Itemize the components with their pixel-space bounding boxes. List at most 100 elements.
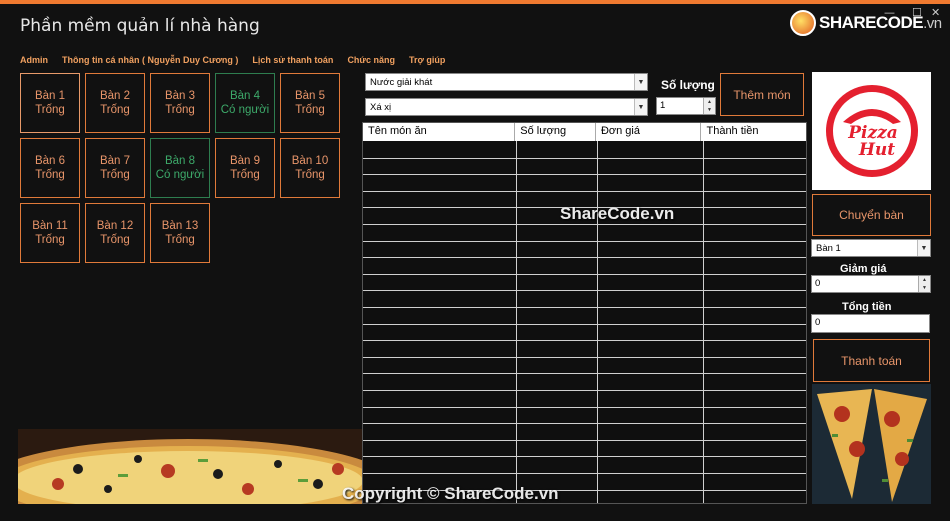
table-name: Bàn 8 [164,155,196,167]
sharecode-logo-icon [790,10,816,36]
table-button[interactable]: Bàn 8 Có người [150,138,210,198]
table-status: Trống [165,234,195,246]
column-header[interactable]: Tên món ăn [363,123,516,141]
table-name: Bàn 1 [34,90,66,102]
menu-payment-history[interactable]: Lịch sử thanh toán [252,55,333,65]
table-button[interactable]: Bàn 7 Trống [85,138,145,198]
chevron-down-icon[interactable]: ▼ [917,240,930,256]
grid-row-line [363,174,806,176]
table-name: Bàn 2 [99,90,131,102]
table-name: Bàn 9 [229,155,261,167]
table-button[interactable]: Bàn 12 Trống [85,203,145,263]
table-status: Trống [35,169,65,181]
stepper-up-icon[interactable]: ▲ [704,98,715,106]
bill-grid-body [363,141,806,503]
grid-row-line [363,257,806,259]
switch-table-button[interactable]: Chuyển bàn [812,194,931,236]
stepper-up-icon[interactable]: ▲ [919,276,930,284]
grid-column-line [597,141,598,503]
menu-functions[interactable]: Chức năng [347,55,395,65]
pizza-hut-logo-icon: Pizza Hut [825,85,918,177]
table-name: Bàn 10 [291,155,329,167]
switch-table-select[interactable]: Bàn 1 ▼ [811,239,931,257]
table-button[interactable]: Bàn 13 Trống [150,203,210,263]
table-name: Bàn 7 [99,155,131,167]
table-button[interactable]: Bàn 4 Có người [215,73,275,133]
table-name: Bàn 3 [164,90,196,102]
table-button[interactable]: Bàn 5 Trống [280,73,340,133]
grid-column-line [516,141,517,503]
chevron-down-icon[interactable]: ▼ [634,99,647,115]
column-header[interactable]: Thành tiền [701,123,806,141]
grid-column-line [703,141,704,503]
pizza-hut-logo: Pizza Hut [812,72,931,190]
column-header[interactable]: Đơn giá [596,123,702,141]
grid-row-line [363,390,806,391]
grid-row-line [363,290,806,292]
table-button[interactable]: Bàn 3 Trống [150,73,210,133]
menu-profile[interactable]: Thông tin cá nhân ( Nguyễn Duy Cương ) [62,55,238,65]
bill-grid[interactable]: Tên món ăn Số lượng Đơn giá Thành tiền [362,122,807,504]
food-select[interactable]: Xá xị ▼ [365,98,648,116]
grid-row-line [363,423,806,425]
table-name: Bàn 6 [34,155,66,167]
logo-suffix: .vn [923,15,942,32]
add-dish-button[interactable]: Thêm món [720,73,804,116]
grid-row-line [363,356,806,358]
quantity-value: 1 [660,100,666,111]
table-button[interactable]: Bàn 11 Trống [20,203,80,263]
table-name: Bàn 13 [161,220,199,232]
table-name: Bàn 5 [294,90,326,102]
discount-stepper[interactable]: 0 ▲ ▼ [811,275,931,293]
table-status: Trống [100,104,130,116]
table-status: Trống [100,234,130,246]
table-name: Bàn 11 [32,220,68,232]
table-button[interactable]: Bàn 2 Trống [85,73,145,133]
grid-row-line [363,439,806,441]
window-top-accent-bar [0,0,950,4]
quantity-label: Số lượng [661,78,715,92]
chevron-down-icon[interactable]: ▼ [634,74,647,90]
bill-grid-header: Tên món ăn Số lượng Đơn giá Thành tiền [363,123,806,141]
grid-row-line [363,224,806,225]
table-status: Có người [220,104,270,116]
food-select-value: Xá xị [370,102,392,113]
switch-table-value: Bàn 1 [816,243,841,254]
grid-row-line [363,340,806,342]
pizza-hut-logo-text-2: Hut [857,140,894,160]
menu-admin[interactable]: Admin [20,55,48,65]
pizza-banner-image [18,429,362,504]
quantity-stepper[interactable]: 1 ▲ ▼ [656,97,716,115]
grid-row-line [363,273,806,275]
watermark-bottom: Copyright © ShareCode.vn [342,484,559,503]
discount-value: 0 [815,278,821,289]
table-status: Có người [155,169,205,181]
category-select-value: Nước giải khát [370,77,433,88]
total-label: Tổng tiền [842,301,892,313]
stepper-down-icon[interactable]: ▼ [704,106,715,114]
menu-help[interactable]: Trợ giúp [409,55,445,65]
table-button[interactable]: Bàn 10 Trống [280,138,340,198]
grid-row-line [363,157,806,159]
grid-row-line [363,406,806,408]
table-button[interactable]: Bàn 9 Trống [215,138,275,198]
column-header[interactable]: Số lượng [515,123,596,141]
grid-row-line [363,323,806,325]
table-status: Trống [295,104,325,116]
table-button[interactable]: Bàn 1 Trống [20,73,80,133]
pay-button[interactable]: Thanh toán [813,339,930,382]
table-status: Trống [295,169,325,181]
grid-row-line [363,373,806,375]
table-button[interactable]: Bàn 6 Trống [20,138,80,198]
table-status: Trống [165,104,195,116]
menu-bar: Admin Thông tin cá nhân ( Nguyễn Duy Cươ… [20,55,459,65]
table-name: Bàn 12 [96,220,134,232]
app-title: Phần mềm quản lí nhà hàng [20,16,260,36]
table-status: Trống [230,169,260,181]
grid-row-line [363,473,806,474]
stepper-down-icon[interactable]: ▼ [919,284,930,292]
sharecode-logo: SHARECODE.vn [790,10,942,36]
category-select[interactable]: Nước giải khát ▼ [365,73,648,91]
total-field[interactable]: 0 [811,314,930,333]
grid-row-line [363,190,806,192]
